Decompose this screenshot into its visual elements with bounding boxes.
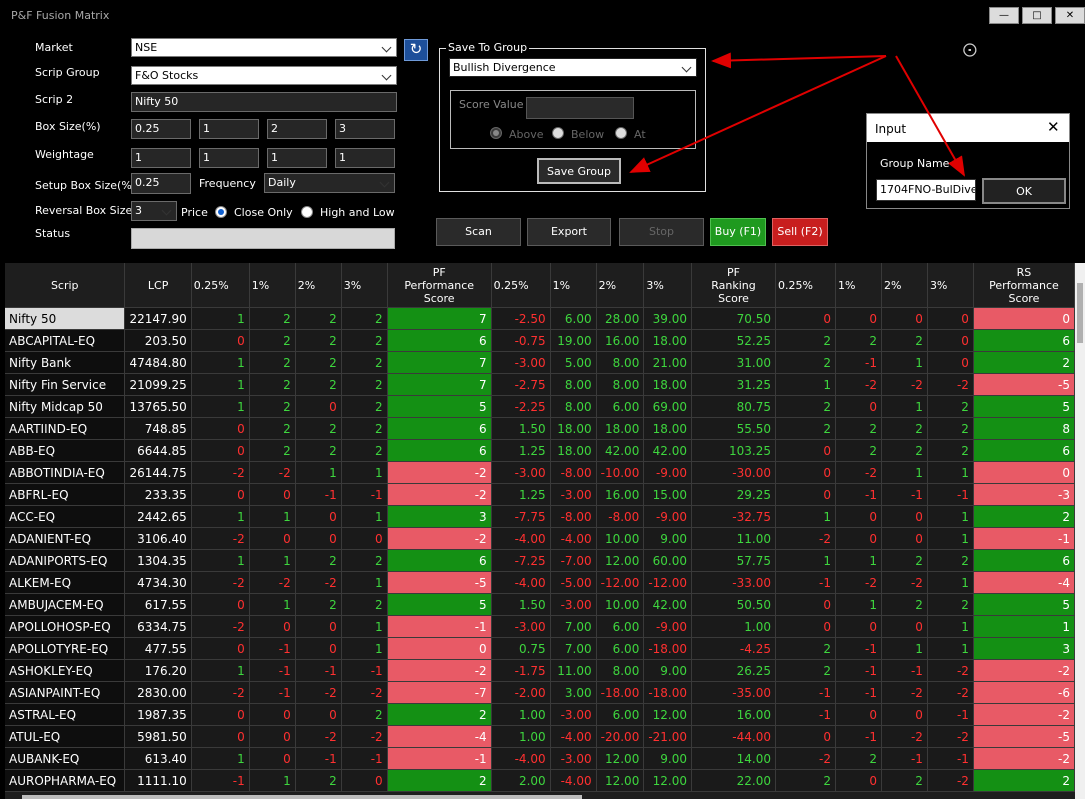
annotation-arrows (629, 52, 965, 177)
arrow-to-group-select (711, 52, 887, 69)
arrow-to-save-group (629, 55, 887, 173)
arrow-to-group-name (895, 55, 965, 177)
